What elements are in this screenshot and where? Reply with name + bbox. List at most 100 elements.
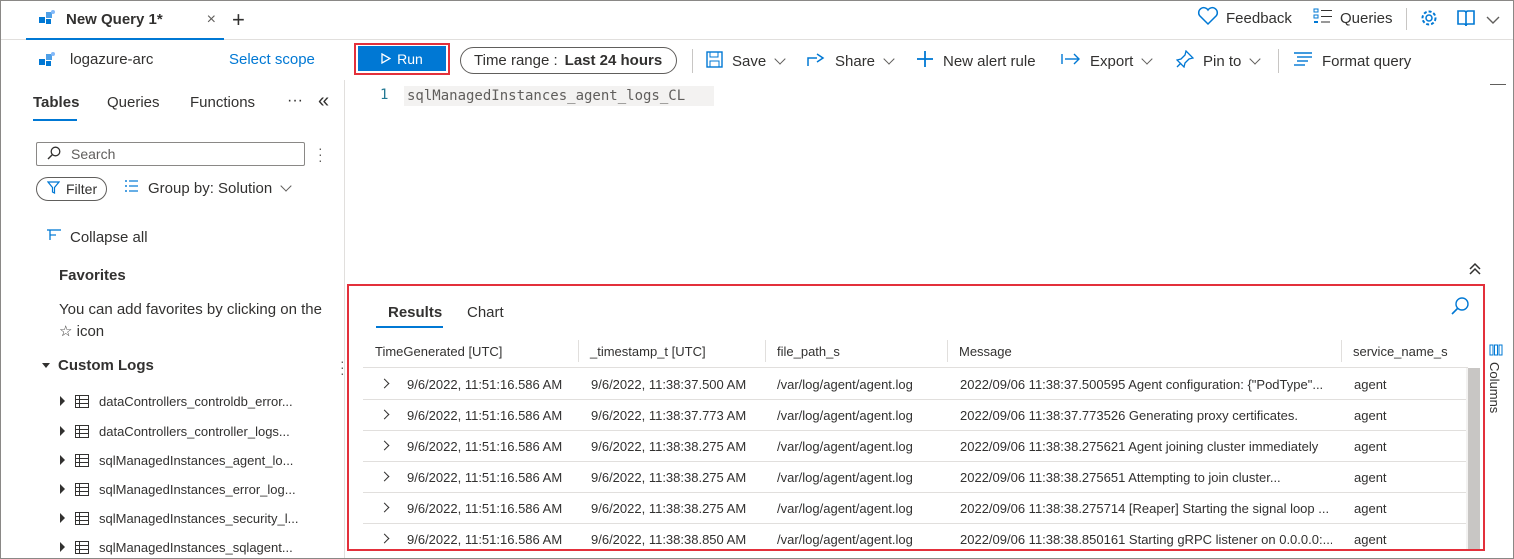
play-icon [381,51,392,67]
select-scope-link[interactable]: Select scope [229,51,315,68]
search-placeholder: Search [71,146,116,162]
close-tab-icon[interactable]: × [207,11,216,29]
custom-logs-group[interactable]: Custom Logs [42,357,154,374]
save-label: Save [732,52,767,70]
cell-file-path: /var/log/agent/agent.log [777,470,913,485]
cell-message: 2022/09/06 11:38:38.275651 Attempting to… [960,470,1281,485]
table-row[interactable]: 9/6/2022, 11:51:16.586 AM 9/6/2022, 11:3… [363,400,1468,431]
table-tree-item[interactable]: sqlManagedInstances_error_log... [60,478,296,500]
run-button[interactable]: Run [358,46,446,71]
table-tree-item[interactable]: sqlManagedInstances_sqlagent... [60,536,293,558]
search-results-icon[interactable] [1450,296,1470,319]
run-label: Run [397,50,423,67]
time-range-value: Last 24 hours [564,52,663,69]
time-range-picker[interactable]: Time range : Last 24 hours [460,47,677,74]
share-button[interactable]: Share [807,50,895,72]
column-divider[interactable] [947,340,948,362]
table-row[interactable]: 9/6/2022, 11:51:16.586 AM 9/6/2022, 11:3… [363,369,1468,400]
table-row[interactable]: 9/6/2022, 11:51:16.586 AM 9/6/2022, 11:3… [363,462,1468,493]
tab-functions[interactable]: Functions [190,94,255,111]
filter-button[interactable]: Filter [36,177,107,201]
table-icon [75,540,89,554]
book-icon[interactable] [1456,8,1476,31]
cell-message: 2022/09/06 11:38:38.275714 [Reaper] Star… [960,501,1330,516]
table-tree-item[interactable]: dataControllers_controldb_error... [60,390,293,412]
export-arrow-icon [1061,52,1081,70]
column-divider[interactable] [578,340,579,362]
cell-time-generated: 9/6/2022, 11:51:16.586 AM [407,439,563,454]
divider [1278,49,1279,73]
cell-file-path: /var/log/agent/agent.log [777,501,913,516]
new-alert-rule-button[interactable]: New alert rule [916,50,1036,72]
chevron-down-icon[interactable] [1486,12,1500,28]
table-name: dataControllers_controldb_error... [99,393,293,409]
query-editor[interactable]: sqlManagedInstances_agent_logs_CL [404,86,714,106]
filter-label: Filter [66,181,98,197]
favorites-heading: Favorites [59,267,126,284]
results-scrollbar-thumb[interactable] [1468,368,1480,549]
editor-scrollbar[interactable] [1490,84,1506,102]
collapsed-caret-icon [60,426,65,436]
expand-row-chevron-icon[interactable] [379,440,390,451]
columns-panel-toggle[interactable]: Columns [1487,362,1502,413]
schema-search-input[interactable]: Search [36,142,305,166]
expand-row-chevron-icon[interactable] [379,533,390,544]
table-icon [75,424,89,438]
collapsed-caret-icon [60,396,65,406]
cell-timestamp: 9/6/2022, 11:38:38.850 AM [591,532,747,547]
column-header[interactable]: TimeGenerated [UTC] [375,344,502,359]
time-range-prefix: Time range : [474,52,558,69]
collapsed-caret-icon [60,484,65,494]
table-tree-item[interactable]: dataControllers_controller_logs... [60,420,290,442]
pin-icon [1175,49,1195,72]
table-tree-item[interactable]: sqlManagedInstances_security_l... [60,507,298,529]
cell-service-name: agent [1354,439,1387,454]
table-icon [75,453,89,467]
active-tab-indicator [376,326,443,328]
queries-list-icon [1313,7,1333,29]
column-header[interactable]: Message [959,344,1012,359]
cell-timestamp: 9/6/2022, 11:38:38.275 AM [591,470,747,485]
expand-row-chevron-icon[interactable] [379,378,390,389]
cell-service-name: agent [1354,470,1387,485]
table-row[interactable]: 9/6/2022, 11:51:16.586 AM 9/6/2022, 11:3… [363,524,1468,549]
new-tab-button[interactable]: + [232,7,245,33]
columns-icon[interactable] [1489,343,1503,359]
column-divider[interactable] [765,340,766,362]
column-header[interactable]: _timestamp_t [UTC] [590,344,706,359]
table-row[interactable]: 9/6/2022, 11:51:16.586 AM 9/6/2022, 11:3… [363,431,1468,462]
format-query-button[interactable]: Format query [1293,50,1411,72]
collapse-all-label: Collapse all [70,228,148,246]
expand-row-chevron-icon[interactable] [379,409,390,420]
expand-up-icon[interactable] [1468,262,1482,279]
expand-row-chevron-icon[interactable] [379,502,390,513]
table-row[interactable]: 9/6/2022, 11:51:16.586 AM 9/6/2022, 11:3… [363,493,1468,524]
cell-service-name: agent [1354,377,1387,392]
tab-chart[interactable]: Chart [467,304,504,321]
column-header[interactable]: file_path_s [777,344,840,359]
search-icon [47,146,61,163]
tab-tables[interactable]: Tables [33,94,79,111]
column-header[interactable]: service_name_s [1353,344,1448,359]
more-options-icon[interactable]: ··· [287,92,303,110]
workspace-icon [38,51,56,72]
chevron-down-icon [774,52,786,65]
save-button[interactable]: Save [706,50,786,72]
collapse-all-button[interactable]: Collapse all [46,228,148,246]
queries-button[interactable]: Queries [1313,6,1393,30]
group-by-dropdown[interactable]: Group by: Solution [124,179,292,197]
collapse-panel-icon[interactable]: « [318,90,329,113]
settings-gear-icon[interactable] [1419,8,1439,31]
export-button[interactable]: Export [1061,50,1154,72]
column-divider[interactable] [1341,340,1342,362]
tab-queries[interactable]: Queries [107,94,160,111]
tab-results[interactable]: Results [388,304,442,321]
cell-service-name: agent [1354,501,1387,516]
expand-row-chevron-icon[interactable] [379,471,390,482]
vertical-more-icon[interactable]: · · · [318,141,323,167]
feedback-button[interactable]: Feedback [1197,6,1292,30]
new-alert-rule-label: New alert rule [943,52,1036,70]
table-tree-item[interactable]: sqlManagedInstances_agent_lo... [60,449,293,471]
pin-to-button[interactable]: Pin to [1175,49,1262,72]
query-tab[interactable]: New Query 1* × [26,0,224,40]
